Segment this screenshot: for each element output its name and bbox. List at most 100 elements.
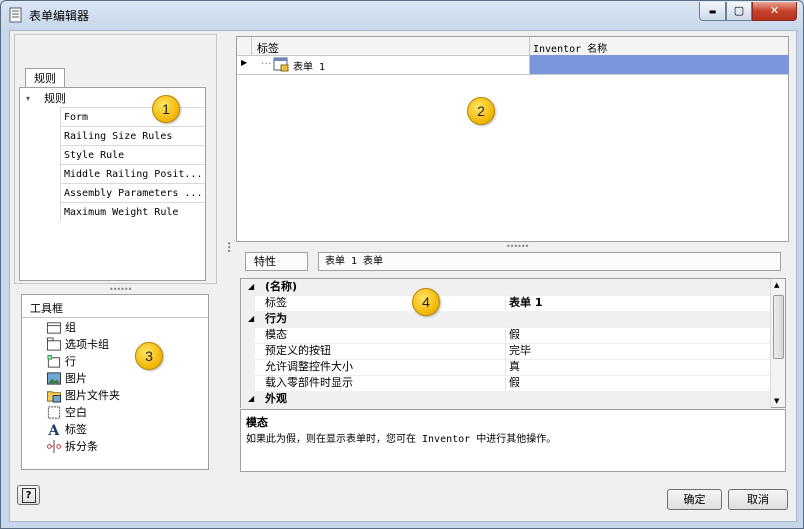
property-category-label: (名称) [265,280,298,293]
callout-2: 2 [467,97,495,125]
maximize-icon: ▢ [733,4,745,17]
picture-icon [46,372,62,385]
inventor-name-cell[interactable] [529,55,789,74]
tab-group-icon [46,337,62,351]
expand-arrow-icon[interactable]: ◢ [248,311,254,327]
toolbox-item-label: 标签 [65,423,87,436]
property-category-label: 行为 [265,312,287,325]
property-name: 模态 [265,328,287,341]
form-icon [273,57,289,72]
close-icon: ✕ [769,4,780,17]
property-row[interactable]: 预定义的按钮 完毕 [241,343,771,360]
label-icon: A [47,423,60,437]
rule-item[interactable]: Middle Railing Posit... [60,164,205,184]
splitter-grip-left[interactable]: •••••• [109,285,132,294]
toolbox-item-label: 组 [65,321,76,334]
rule-item[interactable]: Assembly Parameters ... [60,183,205,203]
property-value[interactable]: 完毕 [509,343,531,359]
property-value[interactable]: 真 [509,359,520,375]
title-bar[interactable]: 表单编辑器 [1,1,804,29]
property-value[interactable]: 假 [509,327,520,343]
toolbox-item-label: 选项卡组 [65,338,109,351]
help-icon: ? [21,488,36,503]
splitter-grip-right[interactable]: •••••• [506,242,529,251]
property-row[interactable]: 模态 假 [241,327,771,344]
property-row[interactable]: 载入零部件时显示 假 [241,375,771,392]
property-category[interactable]: ◢ 行为 [241,311,771,328]
property-row[interactable]: 允许调整控件大小 真 [241,359,771,376]
toolbox-item[interactable]: 图片文件夹 [22,387,208,404]
minimize-button[interactable]: ▬ [699,2,726,21]
description-box: 模态 如果此为假，则在显示表单时，您可在 Inventor 中进行其他操作。 [240,409,786,472]
property-category[interactable]: ◢ 外观 [241,391,771,408]
property-category-label: 外观 [265,392,287,405]
column-header-inventor-name[interactable]: Inventor 名称 [533,40,607,55]
splitter-grip-vertical[interactable]: ••• [224,241,233,252]
rule-item[interactable]: Style Rule [60,145,205,165]
toolbox-item[interactable]: 选项卡组 [22,336,208,353]
toolbox-item[interactable]: 拆分条 [22,438,208,455]
column-divider [529,37,530,55]
description-title: 模态 [246,416,268,429]
callout-1: 1 [152,95,180,123]
cancel-label: 取消 [747,493,769,506]
form-editor-app-icon [9,7,22,23]
toolbox-item[interactable]: 图片 [22,370,208,387]
toolbox-item-label: 空白 [65,406,87,419]
blank-icon [47,406,61,419]
scroll-thumb[interactable] [773,295,784,359]
callout-4: 4 [412,288,440,316]
close-button[interactable]: ✕ [752,2,797,21]
toolbox-item[interactable]: 行 [22,353,208,370]
property-name: 预定义的按钮 [265,344,331,357]
column-header-label[interactable]: 标签 [257,40,279,56]
toolbox-item[interactable]: 空白 [22,404,208,421]
rule-item[interactable]: Form [60,107,205,127]
svg-text:A: A [47,423,60,437]
expand-arrow-icon[interactable]: ◢ [248,279,254,295]
scroll-down-icon[interactable]: ▼ [774,397,779,405]
toolbox-title: 工具框 [30,302,63,315]
grid-row-label: 表单 1 [293,62,326,73]
toolbox-item-label: 行 [65,355,76,368]
rules-root-label: 规则 [44,92,66,105]
form-grid: 标签 Inventor 名称 ▶ ··· 表单 1 [236,36,789,242]
help-button[interactable]: ? [17,485,40,505]
toolbox-header: 工具框 [22,295,208,318]
toolbox-item-label: 图片文件夹 [65,389,120,402]
scroll-up-icon[interactable]: ▲ [774,281,779,289]
property-name: 载入零部件时显示 [265,376,353,389]
grid-corner [237,37,252,55]
toolbox-item-label: 拆分条 [65,440,98,453]
rule-item[interactable]: Maximum Weight Rule [60,202,205,222]
toolbox-panel: 工具框 组选项卡组行图片图片文件夹空白 A 标签拆分条 [21,294,209,470]
splitter-icon [46,439,62,454]
form-editor-window: 表单编辑器 ▬ ▢ ✕ 规则 ▾ 规则 Form Railing Size Rul… [0,0,804,529]
selected-object-box: 表单 1 表单 [318,252,781,271]
collapse-arrow-icon[interactable]: ▾ [26,89,30,108]
grid-header: 标签 Inventor 名称 [237,37,788,56]
property-grid: ◢ (名称) 标签 表单 1 ◢ 行为 模态假预定义的按钮 完毕 允许调整控件大小真载入零部件时… [240,278,786,408]
grid-row-form[interactable]: ▶ ··· 表单 1 [237,55,789,75]
property-category[interactable]: ◢ (名称) [241,279,771,296]
property-value[interactable]: 表单 1 [509,295,542,311]
property-scrollbar[interactable]: ▲ ▼ [770,279,785,407]
property-value[interactable]: 假 [509,375,520,391]
window-title: 表单编辑器 [29,9,90,23]
rule-item[interactable]: Railing Size Rules [60,126,205,146]
ok-label: 确定 [683,493,706,506]
tab-rules[interactable]: 规则 [25,68,65,87]
minimize-icon: ▬ [708,7,717,16]
ok-button[interactable]: 确定 [667,489,722,510]
toolbox-item[interactable]: A 标签 [22,421,208,438]
expand-arrow-icon[interactable]: ◢ [248,391,254,407]
cancel-button[interactable]: 取消 [728,489,788,510]
picture-folder-icon [46,391,62,403]
property-row[interactable]: 标签 表单 1 [241,295,771,312]
row-selector-icon: ▶ [241,58,248,67]
toolbox-item[interactable]: 组 [22,319,208,336]
maximize-button[interactable]: ▢ [726,2,752,21]
callout-3: 3 [135,342,163,370]
property-name: 标签 [265,296,287,309]
property-name: 允许调整控件大小 [265,360,353,373]
